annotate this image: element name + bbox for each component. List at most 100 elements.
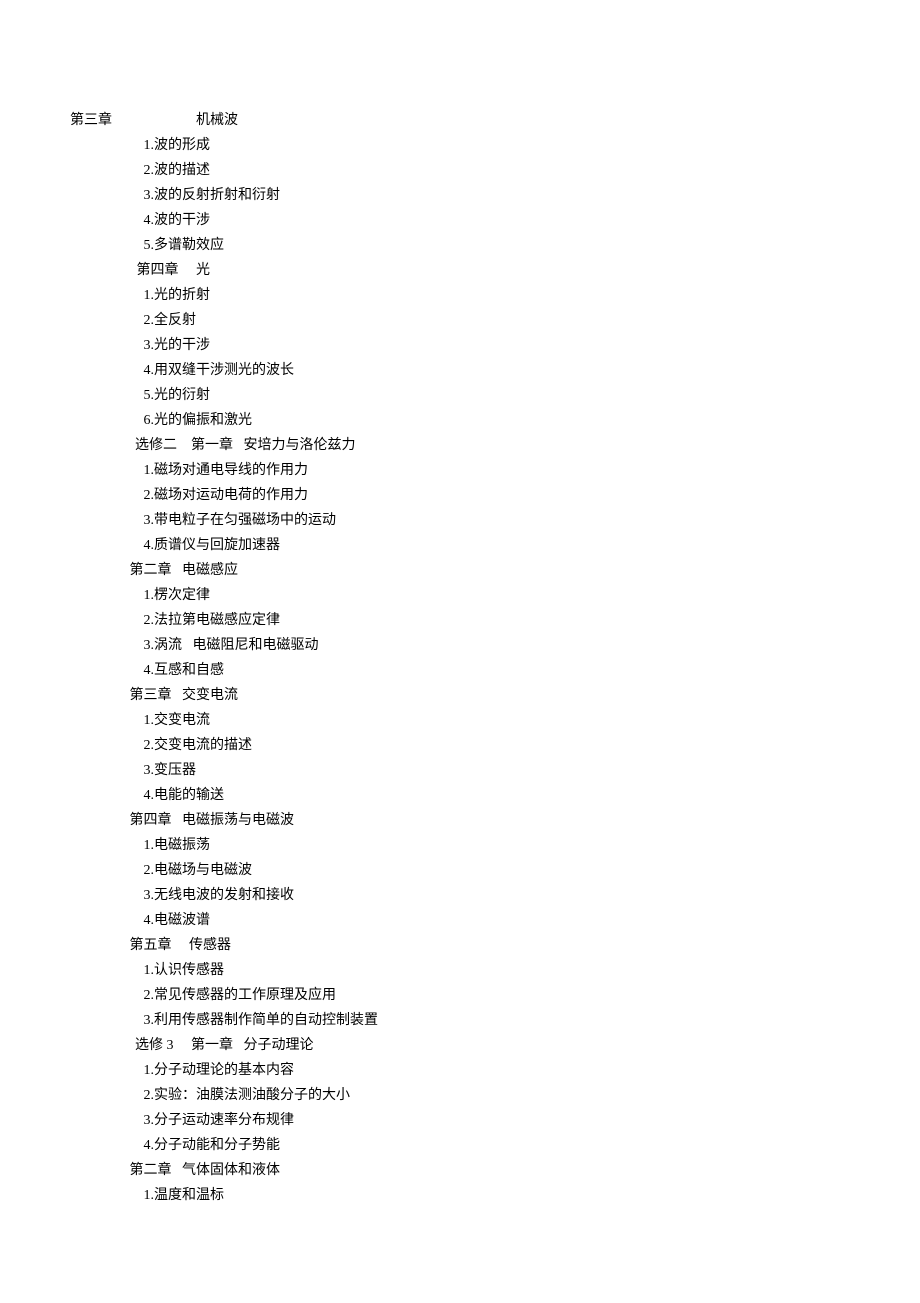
section-item: 4.电磁波谱 (70, 910, 850, 931)
spacer (70, 213, 144, 228)
section-item: 1.分子动理论的基本内容 (70, 1060, 850, 1081)
section-item: 3.无线电波的发射和接收 (70, 885, 850, 906)
spacer (70, 238, 144, 253)
section-item-text: 4.波的干涉 (144, 213, 211, 228)
spacer (70, 588, 144, 603)
spacer (70, 988, 144, 1003)
spacer (70, 538, 144, 553)
spacer (70, 388, 144, 403)
spacer (70, 1013, 144, 1028)
section-item-text: 1.波的形成 (144, 138, 211, 153)
section-item-text: 6.光的偏振和激光 (144, 413, 253, 428)
spacer (70, 788, 144, 803)
spacer (70, 1088, 144, 1103)
section-item: 4.分子动能和分子势能 (70, 1135, 850, 1156)
chapter-title: 第四章 电磁振荡与电磁波 (130, 813, 295, 828)
section-item: 3.涡流 电磁阻尼和电磁驱动 (70, 635, 850, 656)
spacer (70, 1063, 144, 1078)
section-item-text: 2.磁场对运动电荷的作用力 (144, 488, 309, 503)
spacer (70, 938, 130, 953)
section-item-text: 3.涡流 电磁阻尼和电磁驱动 (144, 638, 319, 653)
section-item-text: 2.全反射 (144, 313, 197, 328)
section-item-text: 2.法拉第电磁感应定律 (144, 613, 281, 628)
chapter-header: 第四章 光 (70, 260, 850, 281)
chapter-title: 第五章 传感器 (130, 938, 232, 953)
chapter-title: 第一章 分子动理论 (191, 1038, 314, 1053)
spacer (70, 663, 144, 678)
section-item: 3.变压器 (70, 760, 850, 781)
chapter-header: 第四章 电磁振荡与电磁波 (70, 810, 850, 831)
chapter-title: 第一章 安培力与洛伦兹力 (191, 438, 356, 453)
section-item-text: 3.利用传感器制作简单的自动控制装置 (144, 1013, 379, 1028)
spacer (70, 1138, 144, 1153)
spacer (70, 1163, 130, 1178)
chapter-title: 第二章 气体固体和液体 (130, 1163, 281, 1178)
spacer (70, 488, 144, 503)
section-item-text: 1.交变电流 (144, 713, 211, 728)
section-item-text: 4.分子动能和分子势能 (144, 1138, 281, 1153)
book-header: 选修 3 第一章 分子动理论 (70, 1035, 850, 1056)
section-item-text: 4.质谱仪与回旋加速器 (144, 538, 281, 553)
spacer (70, 963, 144, 978)
spacer (70, 813, 130, 828)
section-item: 5.多谱勒效应 (70, 235, 850, 256)
section-item: 3.波的反射折射和衍射 (70, 185, 850, 206)
section-item: 4.波的干涉 (70, 210, 850, 231)
section-item: 3.光的干涉 (70, 335, 850, 356)
chapter-title: 第二章 电磁感应 (130, 563, 239, 578)
section-item-text: 2.常见传感器的工作原理及应用 (144, 988, 337, 1003)
book-label: 选修二 (135, 438, 177, 453)
section-item-text: 3.波的反射折射和衍射 (144, 188, 281, 203)
document-page: 第三章 机械波 1.波的形成 2.波的描述 3.波的反射折射和衍射 4.波的干涉… (0, 0, 920, 1270)
section-item: 3.带电粒子在匀强磁场中的运动 (70, 510, 850, 531)
section-item: 2.磁场对运动电荷的作用力 (70, 485, 850, 506)
spacer (70, 313, 144, 328)
section-item-text: 1.分子动理论的基本内容 (144, 1063, 295, 1078)
section-item: 2.常见传感器的工作原理及应用 (70, 985, 850, 1006)
spacer (70, 288, 144, 303)
spacer (70, 263, 137, 278)
section-item-text: 4.电能的输送 (144, 788, 225, 803)
section-item-text: 3.光的干涉 (144, 338, 211, 353)
section-item: 4.用双缝干涉测光的波长 (70, 360, 850, 381)
spacer (70, 513, 144, 528)
section-item: 2.交变电流的描述 (70, 735, 850, 756)
spacer (70, 888, 144, 903)
spacer (70, 913, 144, 928)
spacer (70, 413, 144, 428)
section-item: 4.质谱仪与回旋加速器 (70, 535, 850, 556)
spacer (70, 838, 144, 853)
section-item-text: 2.电磁场与电磁波 (144, 863, 253, 878)
spacer (70, 163, 144, 178)
section-item: 2.实验：油膜法测油酸分子的大小 (70, 1085, 850, 1106)
section-item-text: 1.楞次定律 (144, 588, 211, 603)
section-item: 2.电磁场与电磁波 (70, 860, 850, 881)
section-item-text: 5.多谱勒效应 (144, 238, 225, 253)
section-item: 1.光的折射 (70, 285, 850, 306)
section-item: 5.光的衍射 (70, 385, 850, 406)
section-item-text: 1.磁场对通电导线的作用力 (144, 463, 309, 478)
spacer (70, 338, 144, 353)
spacer (70, 1188, 144, 1203)
spacer (70, 638, 144, 653)
section-item: 1.电磁振荡 (70, 835, 850, 856)
book-header: 选修二 第一章 安培力与洛伦兹力 (70, 435, 850, 456)
chapter-title: 第四章 光 (137, 263, 211, 278)
section-item: 2.全反射 (70, 310, 850, 331)
chapter-header: 第二章 电磁感应 (70, 560, 850, 581)
spacer (177, 438, 191, 453)
section-item-text: 3.分子运动速率分布规律 (144, 1113, 295, 1128)
section-item: 1.认识传感器 (70, 960, 850, 981)
section-item-text: 3.变压器 (144, 763, 197, 778)
section-item: 1.楞次定律 (70, 585, 850, 606)
spacer (70, 763, 144, 778)
section-item-text: 4.用双缝干涉测光的波长 (144, 363, 295, 378)
chapter-title: 第三章 交变电流 (130, 688, 239, 703)
chapter-header: 第二章 气体固体和液体 (70, 1160, 850, 1181)
spacer (70, 688, 130, 703)
spacer (70, 613, 144, 628)
section-item-text: 1.认识传感器 (144, 963, 225, 978)
section-item: 4.电能的输送 (70, 785, 850, 806)
spacer (70, 563, 130, 578)
section-item-text: 1.光的折射 (144, 288, 211, 303)
